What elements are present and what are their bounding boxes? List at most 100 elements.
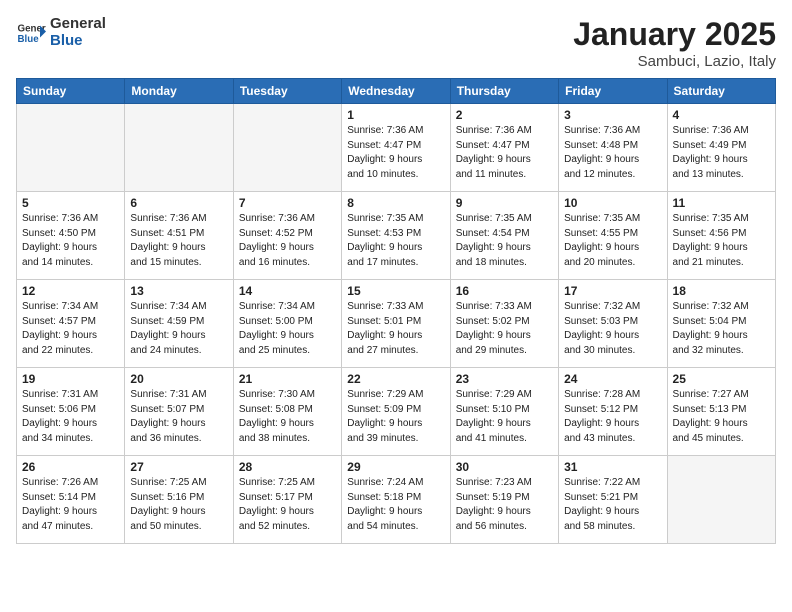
logo-icon: General Blue — [16, 18, 46, 48]
day-number: 27 — [130, 460, 227, 474]
day-number: 11 — [673, 196, 770, 210]
day-number: 6 — [130, 196, 227, 210]
day-info: Sunrise: 7:26 AMSunset: 5:14 PMDaylight:… — [22, 476, 119, 534]
day-cell-17: 17 Sunrise: 7:32 AMSunset: 5:03 PMDayligh… — [559, 280, 667, 368]
day-number: 12 — [22, 284, 119, 298]
day-info: Sunrise: 7:29 AMSunset: 5:10 PMDaylight:… — [456, 388, 553, 446]
day-cell-21: 21Sunrise: 7:30 AMSunset: 5:08 PMDayligh… — [233, 368, 341, 456]
day-info: Sunrise: 7:35 AMSunset: 4:54 PMDaylight:… — [456, 212, 553, 270]
day-number: 24 — [564, 372, 661, 386]
day-cell-30: 30 Sunrise: 7:23 AMSunset: 5:19 PMDayligh… — [450, 456, 558, 544]
weekday-header-tuesday: Tuesday — [233, 79, 341, 104]
weekday-header-wednesday: Wednesday — [342, 79, 450, 104]
day-info: Sunrise: 7:35 AMSunset: 4:55 PMDaylight:… — [564, 212, 661, 270]
title-block: January 2025 Sambuci, Lazio, Italy — [573, 16, 776, 70]
day-info: Sunrise: 7:23 AMSunset: 5:19 PMDaylight:… — [456, 476, 553, 534]
week-row-2: 5 Sunrise: 7:36 AMSunset: 4:50 PMDaylight… — [17, 192, 776, 280]
day-cell-4: 4Sunrise: 7:36 AMSunset: 4:49 PMDaylight… — [667, 104, 775, 192]
day-cell-22: 22 Sunrise: 7:29 AMSunset: 5:09 PMDayligh… — [342, 368, 450, 456]
day-number: 30 — [456, 460, 553, 474]
day-number: 13 — [130, 284, 227, 298]
header: General Blue General Blue January 2025 S… — [16, 16, 776, 70]
week-row-5: 26 Sunrise: 7:26 AMSunset: 5:14 PMDayligh… — [17, 456, 776, 544]
logo: General Blue General Blue — [16, 16, 106, 49]
empty-cell — [125, 104, 233, 192]
day-info: Sunrise: 7:31 AMSunset: 5:06 PMDaylight:… — [22, 388, 119, 446]
day-cell-23: 23 Sunrise: 7:29 AMSunset: 5:10 PMDayligh… — [450, 368, 558, 456]
day-info: Sunrise: 7:31 AMSunset: 5:07 PMDaylight:… — [130, 388, 227, 446]
day-cell-2: 2Sunrise: 7:36 AMSunset: 4:47 PMDaylight… — [450, 104, 558, 192]
day-number: 3 — [564, 108, 661, 122]
day-number: 21 — [239, 372, 336, 386]
day-info: Sunrise: 7:25 AMSunset: 5:16 PMDaylight:… — [130, 476, 227, 534]
day-number: 17 — [564, 284, 661, 298]
weekday-header-sunday: Sunday — [17, 79, 125, 104]
day-number: 7 — [239, 196, 336, 210]
day-cell-16: 16 Sunrise: 7:33 AMSunset: 5:02 PMDayligh… — [450, 280, 558, 368]
day-number: 1 — [347, 108, 444, 122]
calendar: SundayMondayTuesdayWednesdayThursdayFrid… — [16, 78, 776, 544]
day-number: 9 — [456, 196, 553, 210]
day-cell-13: 13 Sunrise: 7:34 AMSunset: 4:59 PMDayligh… — [125, 280, 233, 368]
day-number: 23 — [456, 372, 553, 386]
day-cell-8: 8Sunrise: 7:35 AMSunset: 4:53 PMDaylight… — [342, 192, 450, 280]
day-number: 26 — [22, 460, 119, 474]
day-cell-15: 15Sunrise: 7:33 AMSunset: 5:01 PMDayligh… — [342, 280, 450, 368]
day-number: 10 — [564, 196, 661, 210]
day-info: Sunrise: 7:34 AMSunset: 4:59 PMDaylight:… — [130, 300, 227, 358]
day-cell-18: 18Sunrise: 7:32 AMSunset: 5:04 PMDayligh… — [667, 280, 775, 368]
day-info: Sunrise: 7:36 AMSunset: 4:48 PMDaylight:… — [564, 124, 661, 182]
day-info: Sunrise: 7:27 AMSunset: 5:13 PMDaylight:… — [673, 388, 770, 446]
day-number: 8 — [347, 196, 444, 210]
day-cell-12: 12 Sunrise: 7:34 AMSunset: 4:57 PMDayligh… — [17, 280, 125, 368]
day-info: Sunrise: 7:36 AMSunset: 4:47 PMDaylight:… — [456, 124, 553, 182]
weekday-header-thursday: Thursday — [450, 79, 558, 104]
day-info: Sunrise: 7:36 AMSunset: 4:51 PMDaylight:… — [130, 212, 227, 270]
day-cell-14: 14 Sunrise: 7:34 AMSunset: 5:00 PMDayligh… — [233, 280, 341, 368]
day-cell-20: 20 Sunrise: 7:31 AMSunset: 5:07 PMDayligh… — [125, 368, 233, 456]
day-number: 5 — [22, 196, 119, 210]
day-cell-7: 7Sunrise: 7:36 AMSunset: 4:52 PMDaylight… — [233, 192, 341, 280]
day-info: Sunrise: 7:36 AMSunset: 4:49 PMDaylight:… — [673, 124, 770, 182]
day-cell-9: 9 Sunrise: 7:35 AMSunset: 4:54 PMDaylight… — [450, 192, 558, 280]
day-number: 29 — [347, 460, 444, 474]
day-info: Sunrise: 7:34 AMSunset: 5:00 PMDaylight:… — [239, 300, 336, 358]
location: Sambuci, Lazio, Italy — [573, 53, 776, 70]
logo-blue-text: Blue — [50, 33, 106, 50]
day-info: Sunrise: 7:24 AMSunset: 5:18 PMDaylight:… — [347, 476, 444, 534]
day-number: 25 — [673, 372, 770, 386]
empty-cell — [233, 104, 341, 192]
day-info: Sunrise: 7:32 AMSunset: 5:03 PMDaylight:… — [564, 300, 661, 358]
week-row-4: 19 Sunrise: 7:31 AMSunset: 5:06 PMDayligh… — [17, 368, 776, 456]
week-row-1: 1 Sunrise: 7:36 AMSunset: 4:47 PMDaylight… — [17, 104, 776, 192]
day-number: 20 — [130, 372, 227, 386]
day-info: Sunrise: 7:22 AMSunset: 5:21 PMDaylight:… — [564, 476, 661, 534]
day-number: 14 — [239, 284, 336, 298]
day-cell-11: 11Sunrise: 7:35 AMSunset: 4:56 PMDayligh… — [667, 192, 775, 280]
day-number: 18 — [673, 284, 770, 298]
day-number: 28 — [239, 460, 336, 474]
day-cell-5: 5 Sunrise: 7:36 AMSunset: 4:50 PMDaylight… — [17, 192, 125, 280]
day-info: Sunrise: 7:33 AMSunset: 5:02 PMDaylight:… — [456, 300, 553, 358]
day-cell-10: 10 Sunrise: 7:35 AMSunset: 4:55 PMDayligh… — [559, 192, 667, 280]
day-cell-26: 26 Sunrise: 7:26 AMSunset: 5:14 PMDayligh… — [17, 456, 125, 544]
weekday-header-monday: Monday — [125, 79, 233, 104]
weekday-header-row: SundayMondayTuesdayWednesdayThursdayFrid… — [17, 79, 776, 104]
day-cell-25: 25 Sunrise: 7:27 AMSunset: 5:13 PMDayligh… — [667, 368, 775, 456]
day-number: 22 — [347, 372, 444, 386]
day-number: 19 — [22, 372, 119, 386]
day-info: Sunrise: 7:29 AMSunset: 5:09 PMDaylight:… — [347, 388, 444, 446]
day-info: Sunrise: 7:28 AMSunset: 5:12 PMDaylight:… — [564, 388, 661, 446]
day-number: 31 — [564, 460, 661, 474]
page: General Blue General Blue January 2025 S… — [0, 0, 792, 612]
weekday-header-saturday: Saturday — [667, 79, 775, 104]
day-cell-19: 19 Sunrise: 7:31 AMSunset: 5:06 PMDayligh… — [17, 368, 125, 456]
day-cell-24: 24 Sunrise: 7:28 AMSunset: 5:12 PMDayligh… — [559, 368, 667, 456]
day-cell-6: 6 Sunrise: 7:36 AMSunset: 4:51 PMDaylight… — [125, 192, 233, 280]
day-info: Sunrise: 7:25 AMSunset: 5:17 PMDaylight:… — [239, 476, 336, 534]
svg-text:Blue: Blue — [18, 34, 40, 45]
day-info: Sunrise: 7:34 AMSunset: 4:57 PMDaylight:… — [22, 300, 119, 358]
day-info: Sunrise: 7:36 AMSunset: 4:50 PMDaylight:… — [22, 212, 119, 270]
day-number: 16 — [456, 284, 553, 298]
day-cell-29: 29 Sunrise: 7:24 AMSunset: 5:18 PMDayligh… — [342, 456, 450, 544]
